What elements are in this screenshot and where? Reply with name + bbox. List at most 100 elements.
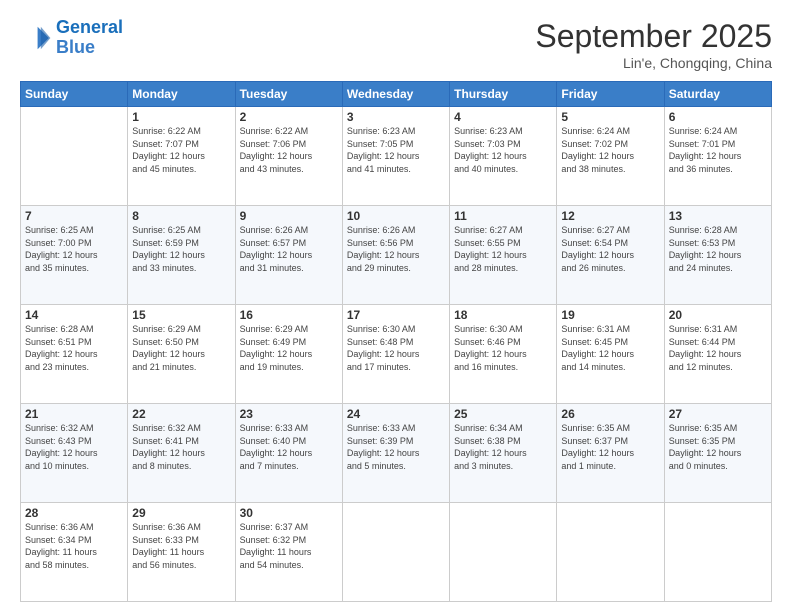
calendar-cell: 30Sunrise: 6:37 AM Sunset: 6:32 PM Dayli… — [235, 503, 342, 602]
day-info: Sunrise: 6:27 AM Sunset: 6:55 PM Dayligh… — [454, 224, 552, 274]
calendar-cell: 2Sunrise: 6:22 AM Sunset: 7:06 PM Daylig… — [235, 107, 342, 206]
calendar-cell: 3Sunrise: 6:23 AM Sunset: 7:05 PM Daylig… — [342, 107, 449, 206]
day-info: Sunrise: 6:26 AM Sunset: 6:57 PM Dayligh… — [240, 224, 338, 274]
day-info: Sunrise: 6:25 AM Sunset: 7:00 PM Dayligh… — [25, 224, 123, 274]
calendar-cell: 27Sunrise: 6:35 AM Sunset: 6:35 PM Dayli… — [664, 404, 771, 503]
day-info: Sunrise: 6:30 AM Sunset: 6:48 PM Dayligh… — [347, 323, 445, 373]
day-info: Sunrise: 6:35 AM Sunset: 6:37 PM Dayligh… — [561, 422, 659, 472]
calendar-cell: 15Sunrise: 6:29 AM Sunset: 6:50 PM Dayli… — [128, 305, 235, 404]
calendar-cell: 18Sunrise: 6:30 AM Sunset: 6:46 PM Dayli… — [450, 305, 557, 404]
calendar-week-5: 28Sunrise: 6:36 AM Sunset: 6:34 PM Dayli… — [21, 503, 772, 602]
calendar-week-2: 7Sunrise: 6:25 AM Sunset: 7:00 PM Daylig… — [21, 206, 772, 305]
day-info: Sunrise: 6:28 AM Sunset: 6:51 PM Dayligh… — [25, 323, 123, 373]
calendar-cell: 13Sunrise: 6:28 AM Sunset: 6:53 PM Dayli… — [664, 206, 771, 305]
day-number: 8 — [132, 209, 230, 223]
calendar-cell: 10Sunrise: 6:26 AM Sunset: 6:56 PM Dayli… — [342, 206, 449, 305]
calendar-cell: 6Sunrise: 6:24 AM Sunset: 7:01 PM Daylig… — [664, 107, 771, 206]
day-number: 25 — [454, 407, 552, 421]
day-number: 27 — [669, 407, 767, 421]
day-number: 11 — [454, 209, 552, 223]
day-info: Sunrise: 6:25 AM Sunset: 6:59 PM Dayligh… — [132, 224, 230, 274]
day-number: 6 — [669, 110, 767, 124]
logo-text: General Blue — [56, 18, 123, 58]
calendar-cell: 20Sunrise: 6:31 AM Sunset: 6:44 PM Dayli… — [664, 305, 771, 404]
calendar-cell: 12Sunrise: 6:27 AM Sunset: 6:54 PM Dayli… — [557, 206, 664, 305]
header: General Blue September 2025 Lin'e, Chong… — [20, 18, 772, 71]
day-number: 21 — [25, 407, 123, 421]
calendar-week-1: 1Sunrise: 6:22 AM Sunset: 7:07 PM Daylig… — [21, 107, 772, 206]
calendar-week-4: 21Sunrise: 6:32 AM Sunset: 6:43 PM Dayli… — [21, 404, 772, 503]
weekday-header-saturday: Saturday — [664, 82, 771, 107]
day-number: 9 — [240, 209, 338, 223]
day-number: 2 — [240, 110, 338, 124]
day-number: 14 — [25, 308, 123, 322]
weekday-header-wednesday: Wednesday — [342, 82, 449, 107]
day-info: Sunrise: 6:36 AM Sunset: 6:33 PM Dayligh… — [132, 521, 230, 571]
day-number: 13 — [669, 209, 767, 223]
calendar-cell: 24Sunrise: 6:33 AM Sunset: 6:39 PM Dayli… — [342, 404, 449, 503]
calendar-cell: 1Sunrise: 6:22 AM Sunset: 7:07 PM Daylig… — [128, 107, 235, 206]
day-number: 20 — [669, 308, 767, 322]
day-info: Sunrise: 6:23 AM Sunset: 7:03 PM Dayligh… — [454, 125, 552, 175]
calendar-cell: 16Sunrise: 6:29 AM Sunset: 6:49 PM Dayli… — [235, 305, 342, 404]
day-info: Sunrise: 6:35 AM Sunset: 6:35 PM Dayligh… — [669, 422, 767, 472]
day-info: Sunrise: 6:33 AM Sunset: 6:40 PM Dayligh… — [240, 422, 338, 472]
calendar-cell — [342, 503, 449, 602]
weekday-header-row: SundayMondayTuesdayWednesdayThursdayFrid… — [21, 82, 772, 107]
day-number: 1 — [132, 110, 230, 124]
day-number: 30 — [240, 506, 338, 520]
calendar-cell: 28Sunrise: 6:36 AM Sunset: 6:34 PM Dayli… — [21, 503, 128, 602]
calendar-cell: 4Sunrise: 6:23 AM Sunset: 7:03 PM Daylig… — [450, 107, 557, 206]
day-number: 24 — [347, 407, 445, 421]
day-number: 10 — [347, 209, 445, 223]
day-number: 19 — [561, 308, 659, 322]
day-number: 7 — [25, 209, 123, 223]
calendar-cell: 17Sunrise: 6:30 AM Sunset: 6:48 PM Dayli… — [342, 305, 449, 404]
day-number: 15 — [132, 308, 230, 322]
calendar-cell — [557, 503, 664, 602]
title-block: September 2025 Lin'e, Chongqing, China — [535, 18, 772, 71]
day-info: Sunrise: 6:22 AM Sunset: 7:07 PM Dayligh… — [132, 125, 230, 175]
calendar-cell: 7Sunrise: 6:25 AM Sunset: 7:00 PM Daylig… — [21, 206, 128, 305]
day-number: 16 — [240, 308, 338, 322]
logo-blue: Blue — [56, 38, 123, 58]
day-info: Sunrise: 6:36 AM Sunset: 6:34 PM Dayligh… — [25, 521, 123, 571]
calendar-cell: 14Sunrise: 6:28 AM Sunset: 6:51 PM Dayli… — [21, 305, 128, 404]
day-number: 4 — [454, 110, 552, 124]
day-number: 26 — [561, 407, 659, 421]
day-info: Sunrise: 6:32 AM Sunset: 6:43 PM Dayligh… — [25, 422, 123, 472]
logo-icon — [20, 22, 52, 54]
day-number: 3 — [347, 110, 445, 124]
day-info: Sunrise: 6:29 AM Sunset: 6:49 PM Dayligh… — [240, 323, 338, 373]
calendar-cell: 29Sunrise: 6:36 AM Sunset: 6:33 PM Dayli… — [128, 503, 235, 602]
calendar-cell: 21Sunrise: 6:32 AM Sunset: 6:43 PM Dayli… — [21, 404, 128, 503]
day-number: 22 — [132, 407, 230, 421]
day-info: Sunrise: 6:26 AM Sunset: 6:56 PM Dayligh… — [347, 224, 445, 274]
day-info: Sunrise: 6:34 AM Sunset: 6:38 PM Dayligh… — [454, 422, 552, 472]
day-number: 12 — [561, 209, 659, 223]
day-number: 17 — [347, 308, 445, 322]
day-info: Sunrise: 6:23 AM Sunset: 7:05 PM Dayligh… — [347, 125, 445, 175]
calendar-cell: 8Sunrise: 6:25 AM Sunset: 6:59 PM Daylig… — [128, 206, 235, 305]
calendar-cell: 9Sunrise: 6:26 AM Sunset: 6:57 PM Daylig… — [235, 206, 342, 305]
day-info: Sunrise: 6:28 AM Sunset: 6:53 PM Dayligh… — [669, 224, 767, 274]
day-info: Sunrise: 6:27 AM Sunset: 6:54 PM Dayligh… — [561, 224, 659, 274]
day-info: Sunrise: 6:22 AM Sunset: 7:06 PM Dayligh… — [240, 125, 338, 175]
weekday-header-friday: Friday — [557, 82, 664, 107]
day-number: 28 — [25, 506, 123, 520]
calendar-cell: 5Sunrise: 6:24 AM Sunset: 7:02 PM Daylig… — [557, 107, 664, 206]
day-info: Sunrise: 6:33 AM Sunset: 6:39 PM Dayligh… — [347, 422, 445, 472]
calendar-cell — [450, 503, 557, 602]
calendar-cell: 25Sunrise: 6:34 AM Sunset: 6:38 PM Dayli… — [450, 404, 557, 503]
location-subtitle: Lin'e, Chongqing, China — [535, 55, 772, 71]
day-number: 23 — [240, 407, 338, 421]
day-info: Sunrise: 6:24 AM Sunset: 7:02 PM Dayligh… — [561, 125, 659, 175]
day-number: 18 — [454, 308, 552, 322]
calendar-cell: 26Sunrise: 6:35 AM Sunset: 6:37 PM Dayli… — [557, 404, 664, 503]
calendar-cell: 22Sunrise: 6:32 AM Sunset: 6:41 PM Dayli… — [128, 404, 235, 503]
day-info: Sunrise: 6:30 AM Sunset: 6:46 PM Dayligh… — [454, 323, 552, 373]
logo: General Blue — [20, 18, 123, 58]
day-number: 5 — [561, 110, 659, 124]
day-number: 29 — [132, 506, 230, 520]
day-info: Sunrise: 6:24 AM Sunset: 7:01 PM Dayligh… — [669, 125, 767, 175]
